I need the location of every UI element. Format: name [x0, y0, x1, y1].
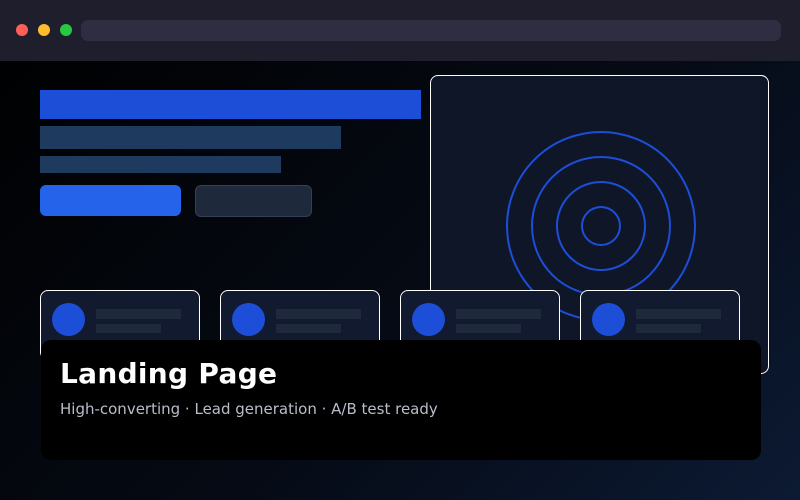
ring-second — [556, 181, 646, 271]
card-title-placeholder — [456, 309, 541, 319]
card-title-placeholder — [96, 309, 181, 319]
address-bar[interactable] — [81, 20, 781, 41]
close-window-button[interactable] — [16, 24, 28, 36]
overlay-title: Landing Page — [60, 357, 278, 390]
card-title-placeholder — [636, 309, 721, 319]
secondary-cta-button[interactable] — [195, 185, 312, 217]
card-text-placeholder — [96, 324, 161, 333]
hero-headline-placeholder — [40, 90, 421, 119]
caption-overlay: Landing Page High-converting · Lead gene… — [41, 340, 761, 460]
card-title-placeholder — [276, 309, 361, 319]
card-text-placeholder — [636, 324, 701, 333]
avatar-icon — [412, 303, 445, 336]
browser-chrome — [0, 0, 800, 61]
minimize-window-button[interactable] — [38, 24, 50, 36]
maximize-window-button[interactable] — [60, 24, 72, 36]
ring-inner — [581, 206, 621, 246]
primary-cta-button[interactable] — [40, 185, 181, 216]
card-text-placeholder — [276, 324, 341, 333]
overlay-subtitle: High-converting · Lead generation · A/B … — [60, 400, 438, 418]
avatar-icon — [52, 303, 85, 336]
card-text-placeholder — [456, 324, 521, 333]
avatar-icon — [232, 303, 265, 336]
ring-third — [531, 156, 671, 296]
hero-body-placeholder — [40, 156, 281, 173]
avatar-icon — [592, 303, 625, 336]
hero-subheadline-placeholder — [40, 126, 341, 149]
